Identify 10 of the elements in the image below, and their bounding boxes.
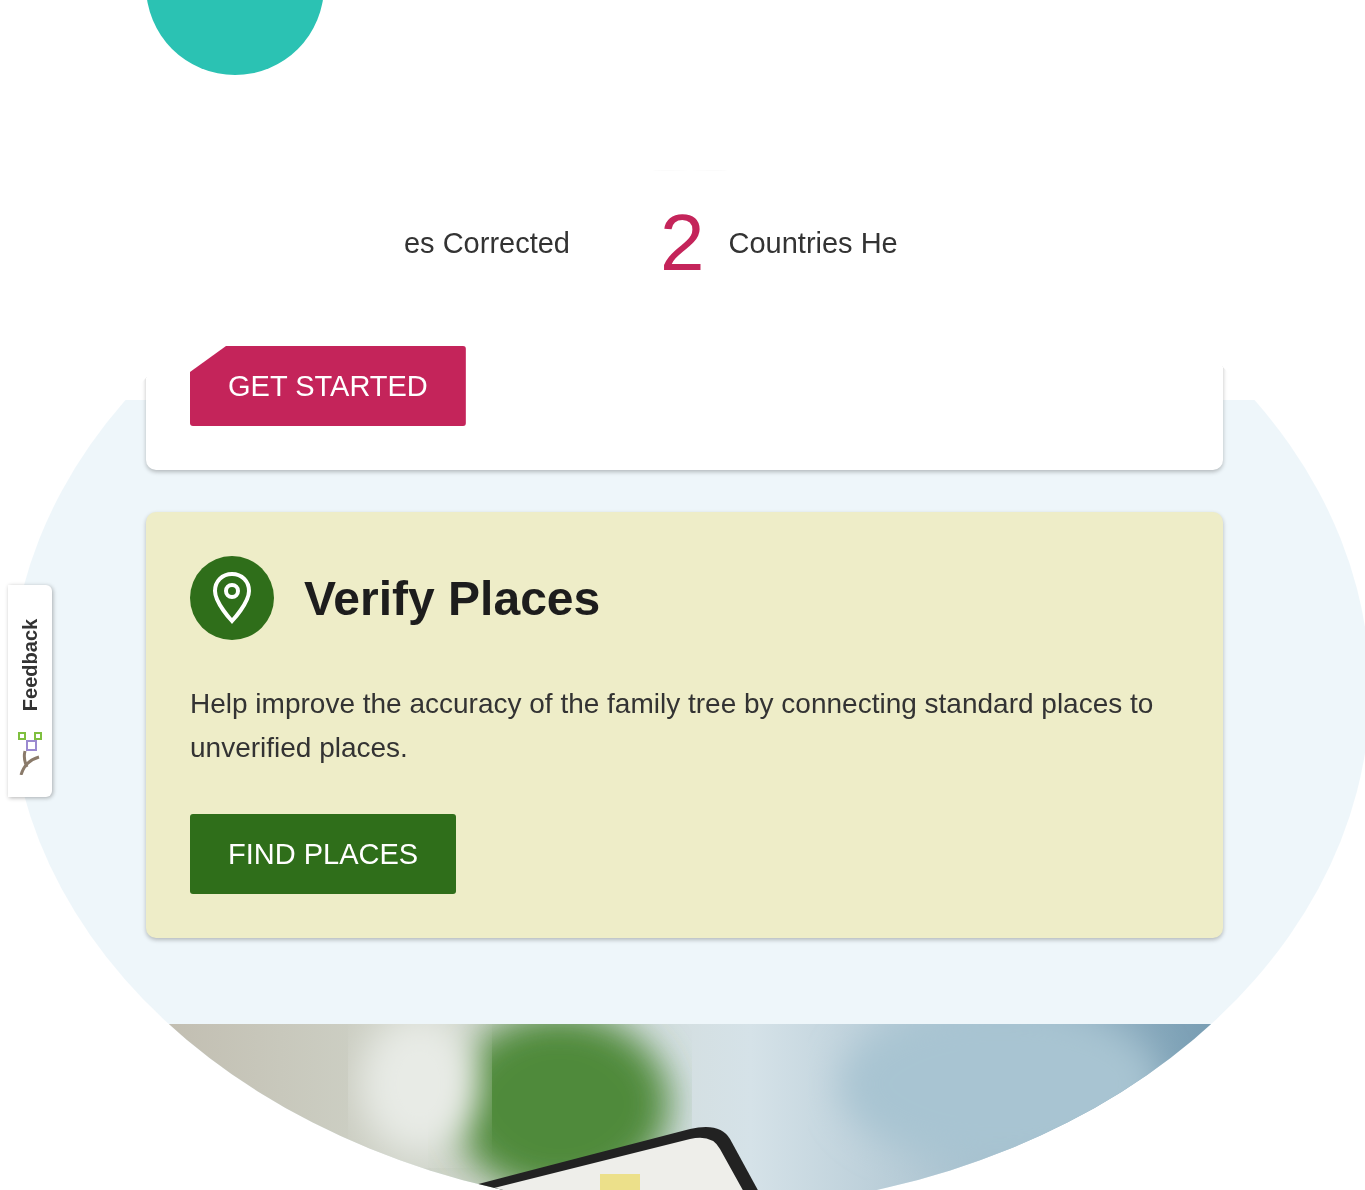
stat-label: Countries He xyxy=(728,226,898,260)
feedback-tab[interactable]: Feedback xyxy=(8,585,52,797)
stat-label: es Corrected xyxy=(404,226,570,260)
card-title: Verify Places xyxy=(304,570,601,626)
tree-icon xyxy=(15,731,45,775)
location-pin-icon xyxy=(190,556,274,640)
stat-number: 2 xyxy=(660,203,705,283)
card-description: Help improve the accuracy of the family tree by connecting standard places to unverified places. xyxy=(190,687,1155,765)
find-places-button[interactable]: FIND PLACES xyxy=(190,814,457,894)
get-started-button[interactable]: GET STARTED xyxy=(190,346,466,426)
